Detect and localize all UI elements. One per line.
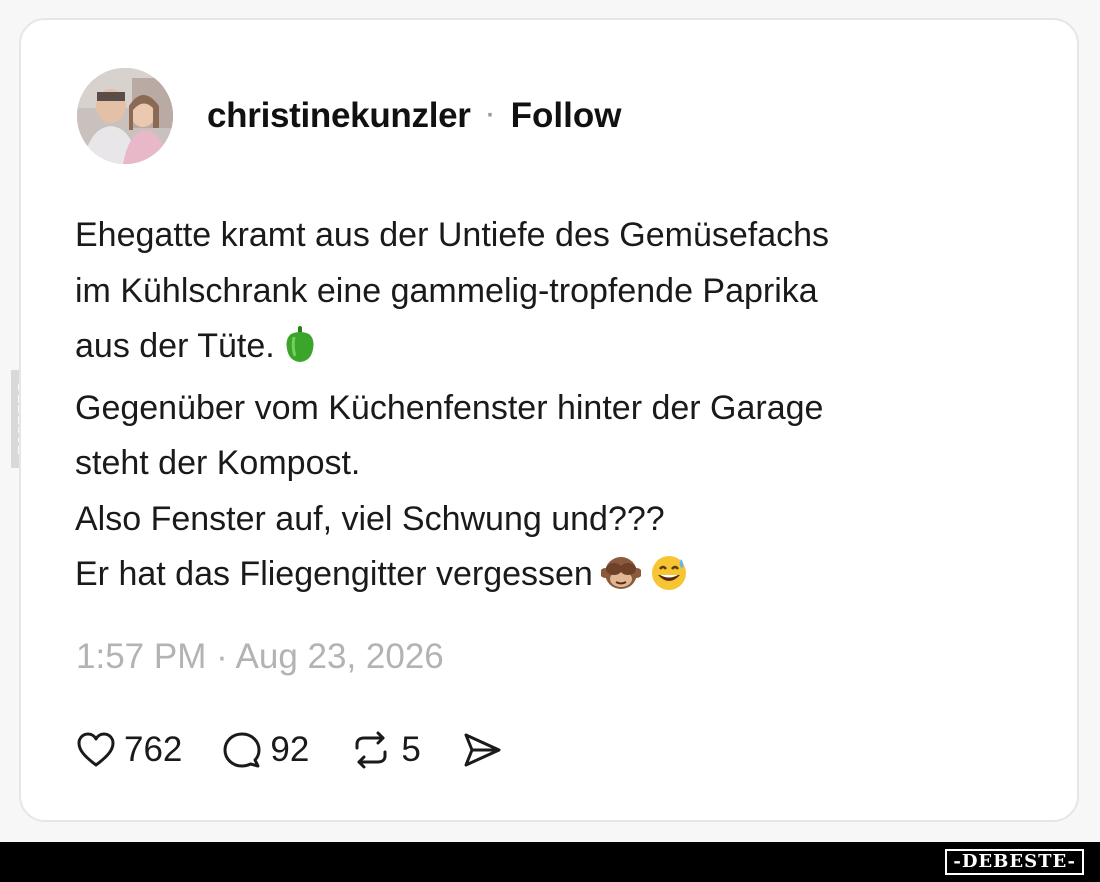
see-no-evil-monkey-icon bbox=[599, 553, 642, 609]
post-timestamp[interactable]: 1:57 PM · Aug 23, 2026 bbox=[76, 637, 444, 677]
post-line-text: Gegenüber vom Küchenfenster hinter der G… bbox=[75, 388, 824, 427]
reply-button[interactable]: 92 bbox=[222, 730, 309, 770]
post-line: Er hat das Fliegengitter vergessen bbox=[75, 547, 1035, 609]
like-count: 762 bbox=[124, 730, 183, 769]
post-line-text: steht der Kompost. bbox=[75, 444, 361, 482]
repost-button[interactable]: 5 bbox=[349, 730, 421, 770]
heart-icon bbox=[77, 732, 115, 767]
post-line-text: Er hat das Fliegengitter vergessen bbox=[75, 555, 593, 593]
comment-icon bbox=[223, 732, 261, 768]
post-line: Gegenüber vom Küchenfenster hinter der G… bbox=[75, 381, 1035, 437]
repost-icon bbox=[355, 731, 387, 769]
post-line-text: aus der Tüte. bbox=[75, 327, 275, 365]
send-icon bbox=[464, 733, 501, 767]
header-separator: · bbox=[486, 102, 495, 129]
post-header: christinekunzler · Follow bbox=[77, 66, 621, 166]
post-card: christinekunzler · Follow Ehegatte kramt… bbox=[19, 18, 1079, 822]
repost-count: 5 bbox=[401, 730, 421, 769]
avatar-photo-icon bbox=[77, 68, 173, 164]
footer-watermark-logo: -DEBESTE- bbox=[945, 849, 1084, 875]
page-canvas: DEBESTE christinekunzler · Follow bbox=[0, 0, 1100, 882]
post-line: Ehegatte kramt aus der Untiefe des Gemüs… bbox=[75, 208, 1035, 264]
green-pepper-icon bbox=[283, 325, 317, 381]
post-line: Also Fenster auf, viel Schwung und??? bbox=[75, 492, 1035, 548]
post-line: aus der Tüte. bbox=[75, 319, 1035, 381]
share-button[interactable] bbox=[461, 730, 503, 770]
reply-count: 92 bbox=[270, 730, 310, 769]
post-line-text: im Kühlschrank eine gammelig-tropfende P… bbox=[75, 271, 818, 310]
grinning-sweat-face-icon bbox=[649, 553, 689, 609]
post-line-text: Also Fenster auf, viel Schwung und??? bbox=[75, 499, 665, 538]
post-line-text: Ehegatte kramt aus der Untiefe des Gemüs… bbox=[75, 216, 830, 254]
like-button[interactable]: 762 bbox=[76, 730, 182, 770]
action-bar: 762 92 5 bbox=[76, 723, 543, 777]
avatar[interactable] bbox=[77, 68, 173, 164]
follow-button[interactable]: Follow bbox=[511, 96, 622, 136]
footer-bar: -DEBESTE- bbox=[0, 842, 1100, 882]
post-body: Ehegatte kramt aus der Untiefe des Gemüs… bbox=[75, 208, 1035, 609]
post-line: steht der Kompost. bbox=[75, 436, 1035, 492]
post-line: im Kühlschrank eine gammelig-tropfende P… bbox=[75, 264, 1035, 320]
username[interactable]: christinekunzler bbox=[207, 96, 471, 136]
